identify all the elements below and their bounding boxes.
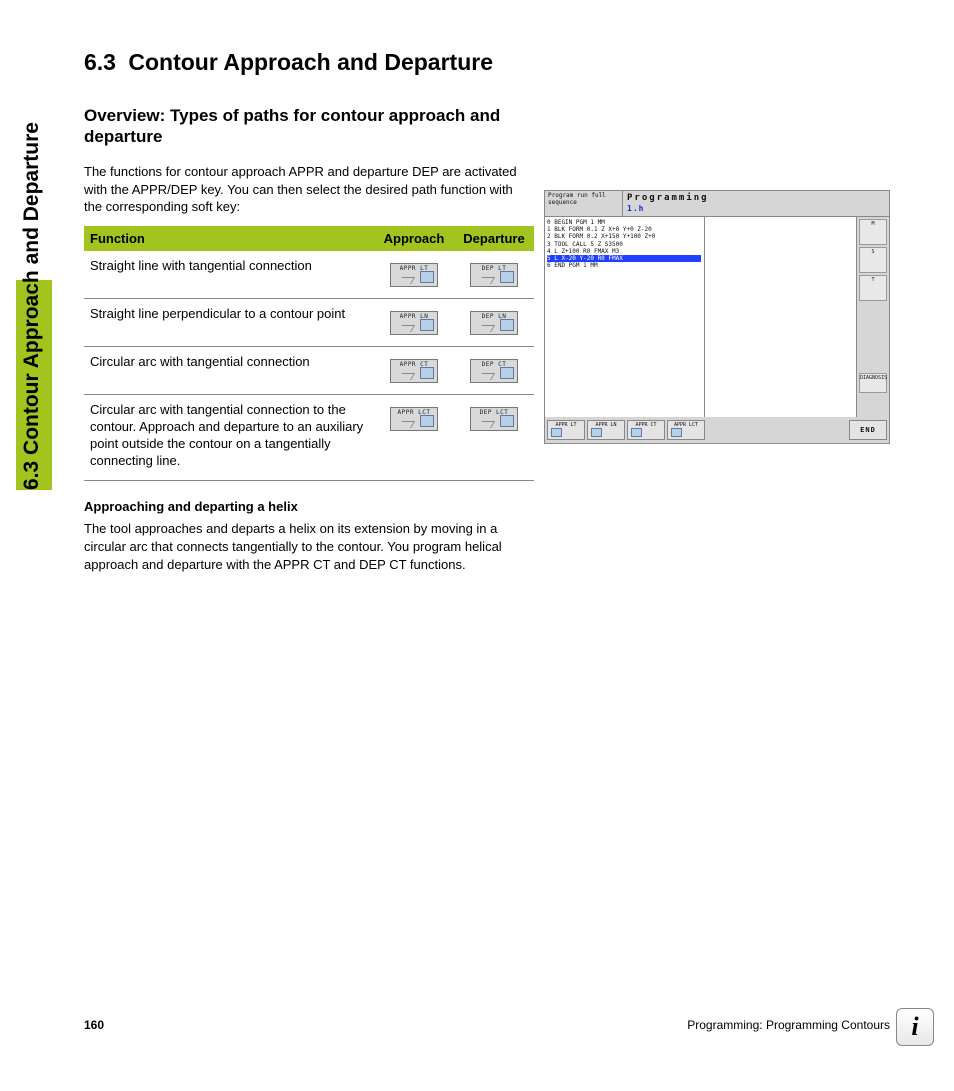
t-button[interactable]: T [859,275,887,301]
softkey-appr-lt[interactable]: APPR LT [390,263,438,287]
table-row: Circular arc with tangential connection … [84,394,534,481]
m-button[interactable]: M [859,219,887,245]
info-icon: i [896,1008,934,1046]
tnc-screenshot: Program run full sequence Programming 1.… [544,190,890,444]
code-line: 3 TOOL CALL 5 Z S3500 [547,241,702,248]
softkey-appr-lct[interactable]: APPR LCT [390,407,438,431]
code-line: 6 END PGM 1 MM [547,262,702,269]
sk-appr-ct[interactable]: APPR CT [627,420,665,440]
table-row: Straight line perpendicular to a contour… [84,298,534,346]
diagnosis-button[interactable]: DIAGNOSIS [859,373,887,393]
page-footer: 160 Programming: Programming Contours [84,1018,890,1032]
softkey-appr-ln[interactable]: APPR LN [390,311,438,335]
sk-appr-lct[interactable]: APPR LCT [667,420,705,440]
code-line: 2 BLK FORM 0.2 X+150 Y+100 Z+0 [547,233,702,240]
func-desc: Straight line perpendicular to a contour… [84,298,374,346]
helix-heading: Approaching and departing a helix [84,499,534,514]
func-desc: Straight line with tangential connection [84,251,374,299]
file-name: 1.h [627,204,885,213]
softkey-row: APPR LT APPR LN APPR CT APPR LCT END [545,417,889,443]
code-line: 0 BEGIN PGM 1 MM [547,219,702,226]
sk-appr-ln[interactable]: APPR LN [587,420,625,440]
heading-number: 6.3 [84,48,122,77]
code-line-highlight[interactable]: 5 L X-20 Y-20 R0 FMAX [547,255,701,262]
func-desc: Circular arc with tangential connection … [84,394,374,481]
softkey-dep-lct[interactable]: DEP LCT [470,407,518,431]
softkey-appr-ct[interactable]: APPR CT [390,359,438,383]
s-button[interactable]: S [859,247,887,273]
subheading: Overview: Types of paths for contour app… [84,105,534,148]
chapter-label: Programming: Programming Contours [687,1018,890,1032]
mode-right-label: Programming [627,193,709,203]
mode-left: Program run full sequence [545,191,623,216]
func-desc: Circular arc with tangential connection [84,346,374,394]
softkey-dep-ln[interactable]: DEP LN [470,311,518,335]
intro-paragraph: The functions for contour approach APPR … [84,163,534,216]
col-function: Function [84,226,374,251]
col-approach: Approach [374,226,454,251]
mode-right: Programming 1.h [623,191,889,216]
sk-end[interactable]: END [849,420,887,440]
helix-body: The tool approaches and departs a helix … [84,520,534,573]
function-table: Function Approach Departure Straight lin… [84,226,534,482]
machine-buttons: M S T DIAGNOSIS [857,217,889,417]
program-listing: 0 BEGIN PGM 1 MM 1 BLK FORM 0.1 Z X+0 Y+… [545,217,705,417]
page-heading: 6.3 Contour Approach and Departure [84,48,534,77]
softkey-dep-lt[interactable]: DEP LT [470,263,518,287]
graphics-pane [705,217,857,417]
table-row: Circular arc with tangential connection … [84,346,534,394]
sk-appr-lt[interactable]: APPR LT [547,420,585,440]
main-content: 6.3 Contour Approach and Departure Overv… [84,48,534,573]
page-number: 160 [84,1018,104,1032]
side-chapter-title: 6.3 Contour Approach and Departure [20,122,44,490]
table-row: Straight line with tangential connection… [84,251,534,299]
code-line: 4 L Z+100 R0 FMAX M3 [547,248,702,255]
heading-title: Contour Approach and Departure [128,48,508,77]
softkey-dep-ct[interactable]: DEP CT [470,359,518,383]
code-line: 1 BLK FORM 0.1 Z X+0 Y+0 Z-20 [547,226,702,233]
col-departure: Departure [454,226,534,251]
